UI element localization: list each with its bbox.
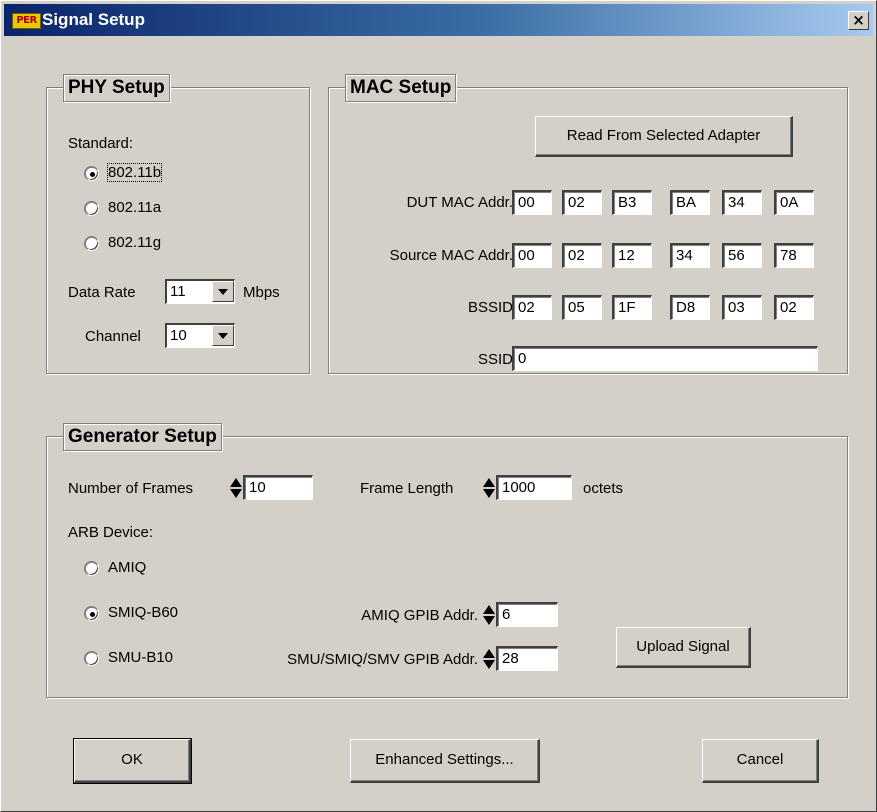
- per-app-icon: PER: [12, 13, 41, 29]
- number-of-frames-input[interactable]: 10: [243, 475, 313, 500]
- amiq-gpib-label: AMIQ GPIB Addr.: [361, 607, 478, 624]
- dut-mac-octet-6[interactable]: 0A: [774, 190, 814, 215]
- smu-gpib-spinner[interactable]: [483, 647, 496, 672]
- bssid-octet-5[interactable]: 03: [722, 295, 762, 320]
- bssid-octet-1[interactable]: 02: [512, 295, 552, 320]
- window-title: Signal Setup: [42, 10, 145, 29]
- frame-length-input[interactable]: 1000: [496, 475, 572, 500]
- ssid-label: SSID: [477, 351, 513, 368]
- smu-gpib-label: SMU/SMIQ/SMV GPIB Addr.: [287, 651, 478, 668]
- read-from-adapter-button[interactable]: Read From Selected Adapter: [535, 116, 793, 157]
- amiq-gpib-spinner[interactable]: [483, 603, 496, 628]
- source-mac-label: Source MAC Addr.: [389, 247, 513, 264]
- spin-up-icon[interactable]: [230, 478, 242, 487]
- smu-gpib-input[interactable]: 28: [496, 646, 558, 671]
- chevron-down-icon[interactable]: [212, 325, 234, 346]
- radio-802-11g[interactable]: [84, 236, 99, 251]
- data-rate-label: Data Rate: [68, 284, 136, 301]
- title-bar[interactable]: PER Signal Setup ×: [4, 4, 873, 36]
- spin-down-icon[interactable]: [483, 616, 495, 625]
- channel-value: 10: [170, 327, 187, 344]
- upload-signal-button[interactable]: Upload Signal: [616, 627, 751, 668]
- radio-802-11a[interactable]: [84, 201, 99, 216]
- cancel-label: Cancel: [736, 751, 784, 768]
- channel-select[interactable]: 10: [165, 323, 235, 348]
- source-mac-octet-2[interactable]: 02: [562, 243, 602, 268]
- spin-up-icon[interactable]: [483, 605, 495, 614]
- amiq-gpib-input[interactable]: 6: [496, 602, 558, 627]
- cancel-button[interactable]: Cancel: [702, 739, 819, 783]
- data-rate-value: 11: [170, 283, 186, 300]
- frame-length-unit: octets: [583, 480, 624, 497]
- radio-selected-dot: [90, 172, 95, 177]
- dut-mac-octet-5[interactable]: 34: [722, 190, 762, 215]
- radio-smiq-b60[interactable]: [84, 606, 99, 621]
- source-mac-octet-6[interactable]: 78: [774, 243, 814, 268]
- ok-button[interactable]: OK: [73, 738, 192, 784]
- generator-setup-group: Generator Setup Number of Frames 10 Fram…: [46, 423, 848, 698]
- source-mac-octet-3[interactable]: 12: [612, 243, 652, 268]
- ok-label: OK: [121, 751, 143, 768]
- source-mac-octet-1[interactable]: 00: [512, 243, 552, 268]
- frame-length-label: Frame Length: [360, 480, 454, 497]
- channel-label: Channel: [85, 328, 141, 345]
- ssid-input[interactable]: 0: [512, 346, 818, 371]
- radio-amiq[interactable]: [84, 561, 99, 576]
- spin-up-icon[interactable]: [483, 649, 495, 658]
- radio-smu-b10[interactable]: [84, 651, 99, 666]
- bssid-octet-3[interactable]: 1F: [612, 295, 652, 320]
- upload-signal-label: Upload Signal: [636, 638, 730, 655]
- radio-smiq-b60-label[interactable]: SMIQ-B60: [108, 604, 178, 621]
- bssid-octet-4[interactable]: D8: [670, 295, 710, 320]
- bssid-octet-2[interactable]: 05: [562, 295, 602, 320]
- enhanced-settings-label: Enhanced Settings...: [375, 751, 514, 768]
- number-of-frames-label: Number of Frames: [68, 480, 194, 497]
- enhanced-settings-button[interactable]: Enhanced Settings...: [350, 739, 540, 783]
- frame-length-spinner[interactable]: [483, 476, 496, 501]
- dut-mac-label: DUT MAC Addr.: [406, 194, 513, 211]
- source-mac-octet-4[interactable]: 34: [670, 243, 710, 268]
- generator-setup-title: Generator Setup: [63, 423, 222, 451]
- radio-selected-dot: [90, 612, 95, 617]
- radio-802-11b[interactable]: [84, 166, 99, 181]
- frames-spinner[interactable]: [230, 476, 243, 501]
- close-button[interactable]: ×: [848, 11, 869, 30]
- bssid-octet-6[interactable]: 02: [774, 295, 814, 320]
- dut-mac-octet-4[interactable]: BA: [670, 190, 710, 215]
- bssid-label: BSSID: [467, 299, 513, 316]
- mac-setup-group: MAC Setup Read From Selected Adapter DUT…: [328, 74, 848, 374]
- phy-setup-title: PHY Setup: [63, 74, 170, 102]
- dut-mac-octet-3[interactable]: B3: [612, 190, 652, 215]
- mac-setup-title: MAC Setup: [345, 74, 457, 102]
- radio-amiq-label[interactable]: AMIQ: [108, 559, 146, 576]
- radio-802-11g-label[interactable]: 802.11g: [108, 234, 161, 251]
- read-from-adapter-label: Read From Selected Adapter: [566, 127, 761, 144]
- spin-up-icon[interactable]: [483, 478, 495, 487]
- arb-device-label: ARB Device:: [68, 524, 154, 541]
- radio-smu-b10-label[interactable]: SMU-B10: [108, 649, 173, 666]
- dut-mac-octet-1[interactable]: 00: [512, 190, 552, 215]
- chevron-down-icon[interactable]: [212, 281, 234, 302]
- radio-802-11b-label[interactable]: 802.11b: [106, 163, 163, 182]
- data-rate-unit: Mbps: [243, 284, 280, 301]
- data-rate-select[interactable]: 11: [165, 279, 235, 304]
- standard-label: Standard:: [68, 135, 134, 152]
- spin-down-icon[interactable]: [483, 489, 495, 498]
- spin-down-icon[interactable]: [483, 660, 495, 669]
- source-mac-octet-5[interactable]: 56: [722, 243, 762, 268]
- radio-802-11a-label[interactable]: 802.11a: [108, 199, 161, 216]
- dut-mac-octet-2[interactable]: 02: [562, 190, 602, 215]
- phy-setup-group: PHY Setup Standard: 802.11b 802.11a 802.…: [46, 74, 310, 374]
- signal-setup-dialog: PER Signal Setup × PHY Setup Standard: 8…: [0, 0, 877, 812]
- spin-down-icon[interactable]: [230, 489, 242, 498]
